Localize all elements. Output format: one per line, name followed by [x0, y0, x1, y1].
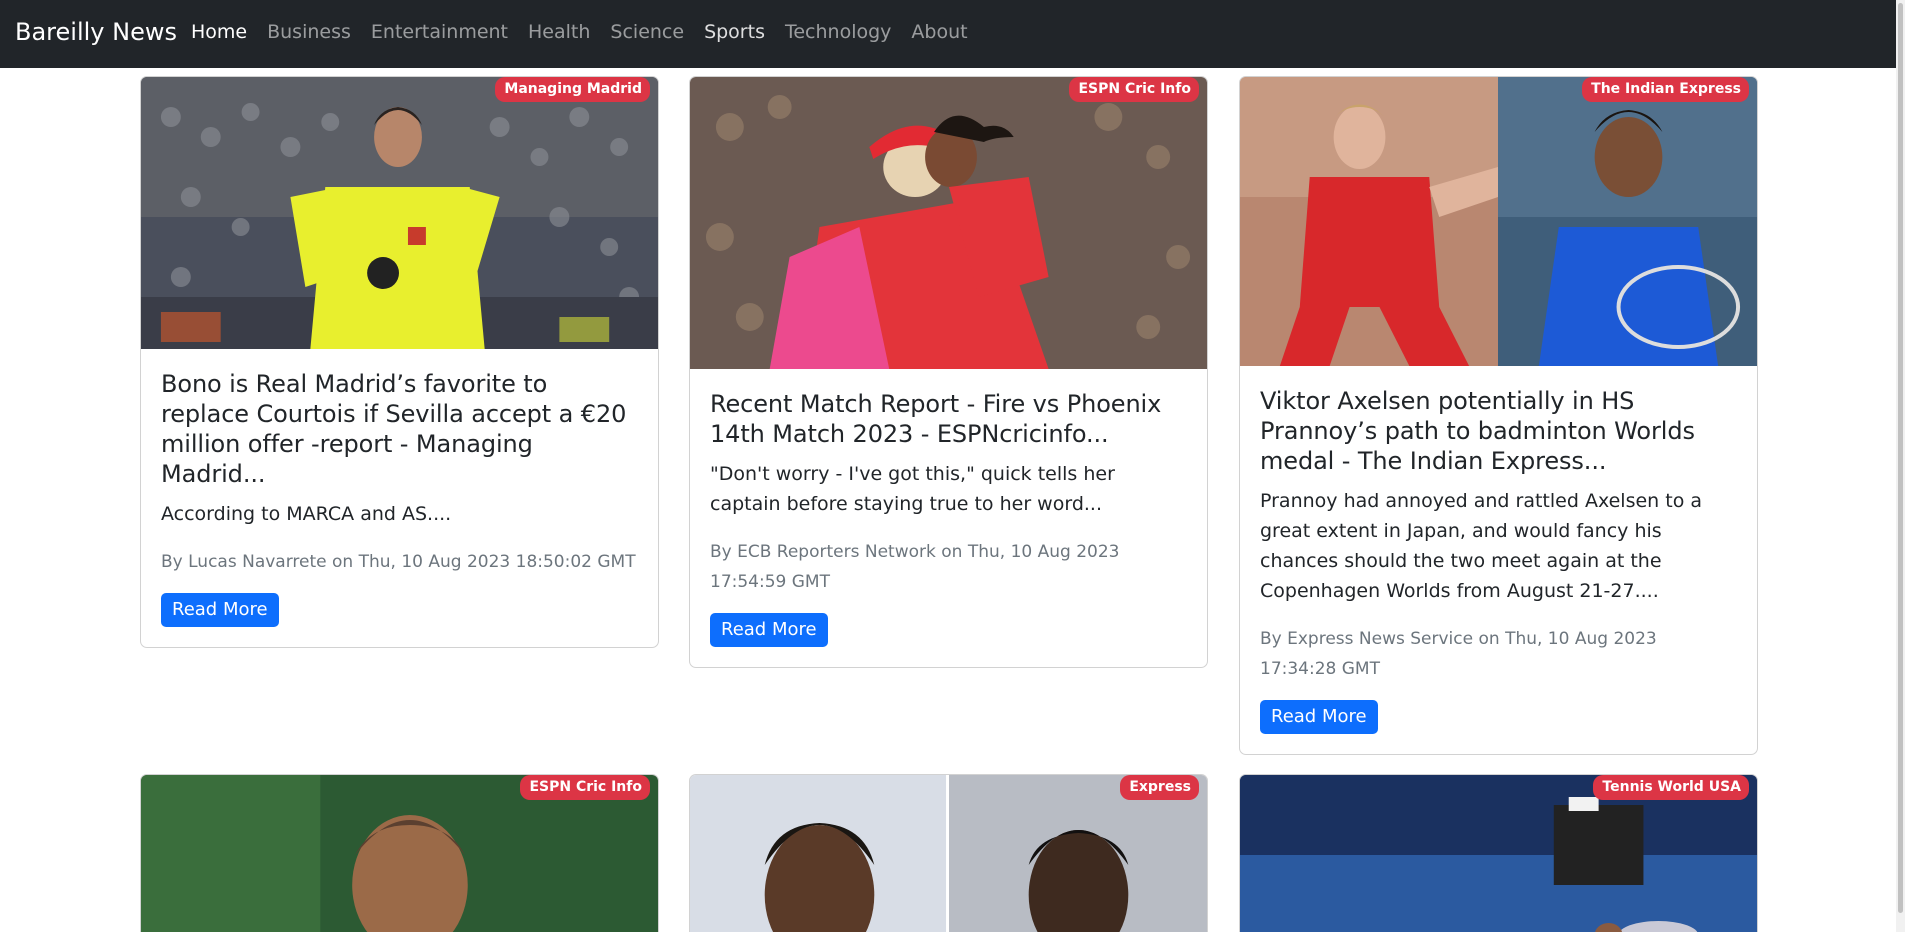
- card-body: Viktor Axelsen potentially in HS Prannoy…: [1240, 366, 1757, 754]
- article-title[interactable]: Bono is Real Madrid’s favorite to replac…: [161, 369, 638, 489]
- nav-item-technology[interactable]: Technology: [785, 21, 891, 43]
- source-badge: Express: [1120, 775, 1199, 800]
- read-more-button[interactable]: Read More: [710, 613, 828, 647]
- nav-item-about[interactable]: About: [911, 21, 967, 43]
- source-badge: Managing Madrid: [495, 77, 650, 102]
- nav-item-business[interactable]: Business: [267, 21, 351, 43]
- news-card: Tennis World USA: [1239, 774, 1758, 932]
- badminton-players-photo: [1240, 77, 1757, 366]
- nav-item-sports[interactable]: Sports: [704, 21, 765, 43]
- scrollbar-thumb[interactable]: [1898, 3, 1903, 913]
- article-image: The Indian Express: [1240, 77, 1757, 366]
- article-meta: By ECB Reporters Network on Thu, 10 Aug …: [710, 542, 1120, 592]
- article-image: ESPN Cric Info: [141, 775, 658, 932]
- article-description: According to MARCA and AS....: [161, 503, 452, 525]
- article-image: ESPN Cric Info: [690, 77, 1207, 369]
- source-badge: ESPN Cric Info: [1069, 77, 1199, 102]
- nav-item-entertainment[interactable]: Entertainment: [371, 21, 508, 43]
- card-body: Bono is Real Madrid’s favorite to replac…: [141, 349, 658, 647]
- read-more-button[interactable]: Read More: [1260, 700, 1378, 734]
- nav-links: Home Business Entertainment Health Scien…: [191, 21, 988, 43]
- cricket-celebration-photo: [690, 77, 1207, 369]
- page-scrollbar[interactable]: [1896, 0, 1905, 932]
- article-description: "Don't worry - I've got this," quick tel…: [710, 463, 1115, 515]
- source-badge: The Indian Express: [1582, 77, 1749, 102]
- article-image: Express: [690, 775, 1207, 932]
- read-more-button[interactable]: Read More: [161, 593, 279, 627]
- brand-logo[interactable]: Bareilly News: [15, 18, 177, 46]
- article-image: Tennis World USA: [1240, 775, 1757, 932]
- nav-item-science[interactable]: Science: [610, 21, 684, 43]
- source-badge: ESPN Cric Info: [520, 775, 650, 800]
- article-title[interactable]: Recent Match Report - Fire vs Phoenix 14…: [710, 389, 1187, 449]
- news-card: ESPN Cric Info: [140, 774, 659, 932]
- article-image: Managing Madrid: [141, 77, 658, 349]
- goalkeeper-photo: [141, 77, 658, 349]
- news-card: Managing Madrid Bono is Real Madrid’s fa…: [140, 76, 659, 648]
- article-meta: By Lucas Navarrete on Thu, 10 Aug 2023 1…: [161, 552, 636, 572]
- news-card: ESPN Cric Info Recent Match Report - Fir…: [689, 76, 1208, 668]
- article-description: Prannoy had annoyed and rattled Axelsen …: [1260, 490, 1703, 602]
- navbar: Bareilly News Home Business Entertainmen…: [0, 0, 1905, 68]
- news-card: The Indian Express Viktor Axelsen potent…: [1239, 76, 1758, 755]
- article-meta: By Express News Service on Thu, 10 Aug 2…: [1260, 629, 1657, 679]
- article-title[interactable]: Viktor Axelsen potentially in HS Prannoy…: [1260, 386, 1737, 476]
- news-card: Express: [689, 774, 1208, 932]
- nav-item-home[interactable]: Home: [191, 21, 247, 43]
- nav-item-health[interactable]: Health: [528, 21, 590, 43]
- card-body: Recent Match Report - Fire vs Phoenix 14…: [690, 369, 1207, 667]
- source-badge: Tennis World USA: [1593, 775, 1749, 800]
